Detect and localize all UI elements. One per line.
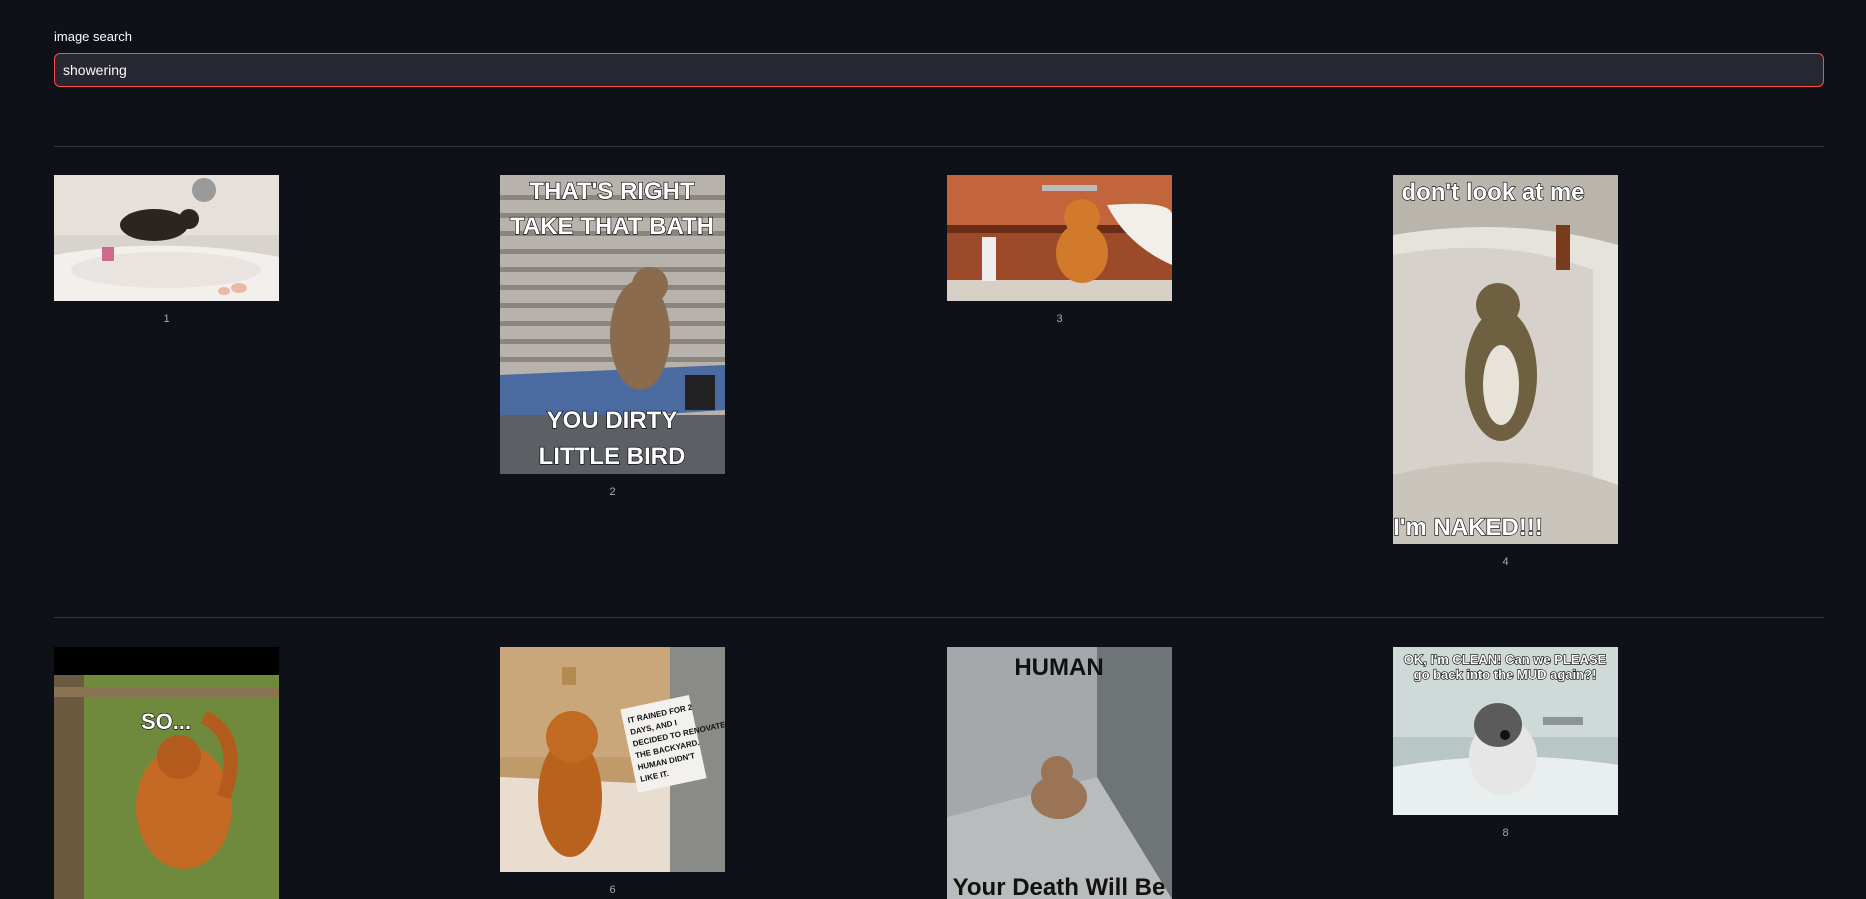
result-image-1[interactable] [54,175,279,301]
meme-text-7a: HUMAN [1014,654,1103,681]
app-root: image search 1 [0,0,1866,899]
result-image-5[interactable]: SO... [54,647,279,899]
result-caption-2: 2 [609,486,616,498]
meme-text-5a: SO... [141,709,191,734]
result-caption-6: 6 [609,884,616,896]
result-caption-3: 3 [1056,313,1063,325]
meme-text-2a: THAT'S RIGHT [529,178,695,205]
result-item-1[interactable]: 1 [54,175,279,325]
result-image-8[interactable]: OK, I'm CLEAN! Can we PLEASE go back int… [1393,647,1618,815]
meme-text-8a: OK, I'm CLEAN! Can we PLEASE [1404,652,1607,667]
result-image-2[interactable]: THAT'S RIGHT TAKE THAT BATH YOU DIRTY LI… [500,175,725,474]
result-item-4[interactable]: don't look at me I'm NAKED!!! 4 [1393,175,1618,568]
result-image-3[interactable] [947,175,1172,301]
meme-text-2d: LITTLE BIRD [539,443,686,470]
meme-text-4a: don't look at me [1401,179,1584,206]
result-caption-8: 8 [1502,827,1509,839]
result-item-5[interactable]: SO... [54,647,279,899]
result-caption-4: 4 [1502,556,1509,568]
result-item-6[interactable]: IT RAINED FOR 2 DAYS, AND I DECIDED TO R… [500,647,725,896]
row-divider-1 [54,146,1824,147]
result-item-2[interactable]: THAT'S RIGHT TAKE THAT BATH YOU DIRTY LI… [500,175,725,498]
meme-text-8b: go back into the MUD again?! [1414,667,1597,682]
result-item-8[interactable]: OK, I'm CLEAN! Can we PLEASE go back int… [1393,647,1618,839]
meme-text-2b: TAKE THAT BATH [510,213,714,240]
row-divider-2 [54,617,1824,618]
meme-text-2c: YOU DIRTY [547,407,678,434]
result-image-4[interactable]: don't look at me I'm NAKED!!! [1393,175,1618,544]
result-item-7[interactable]: HUMAN Your Death Will Be [947,647,1172,899]
result-image-6[interactable]: IT RAINED FOR 2 DAYS, AND I DECIDED TO R… [500,647,725,872]
meme-text-4b: I'm NAKED!!! [1393,514,1543,541]
result-image-7[interactable]: HUMAN Your Death Will Be [947,647,1172,899]
search-input[interactable] [54,53,1824,87]
meme-text-7b: Your Death Will Be [953,874,1166,899]
result-caption-1: 1 [163,313,170,325]
search-label: image search [54,29,133,44]
result-item-3[interactable]: 3 [947,175,1172,325]
